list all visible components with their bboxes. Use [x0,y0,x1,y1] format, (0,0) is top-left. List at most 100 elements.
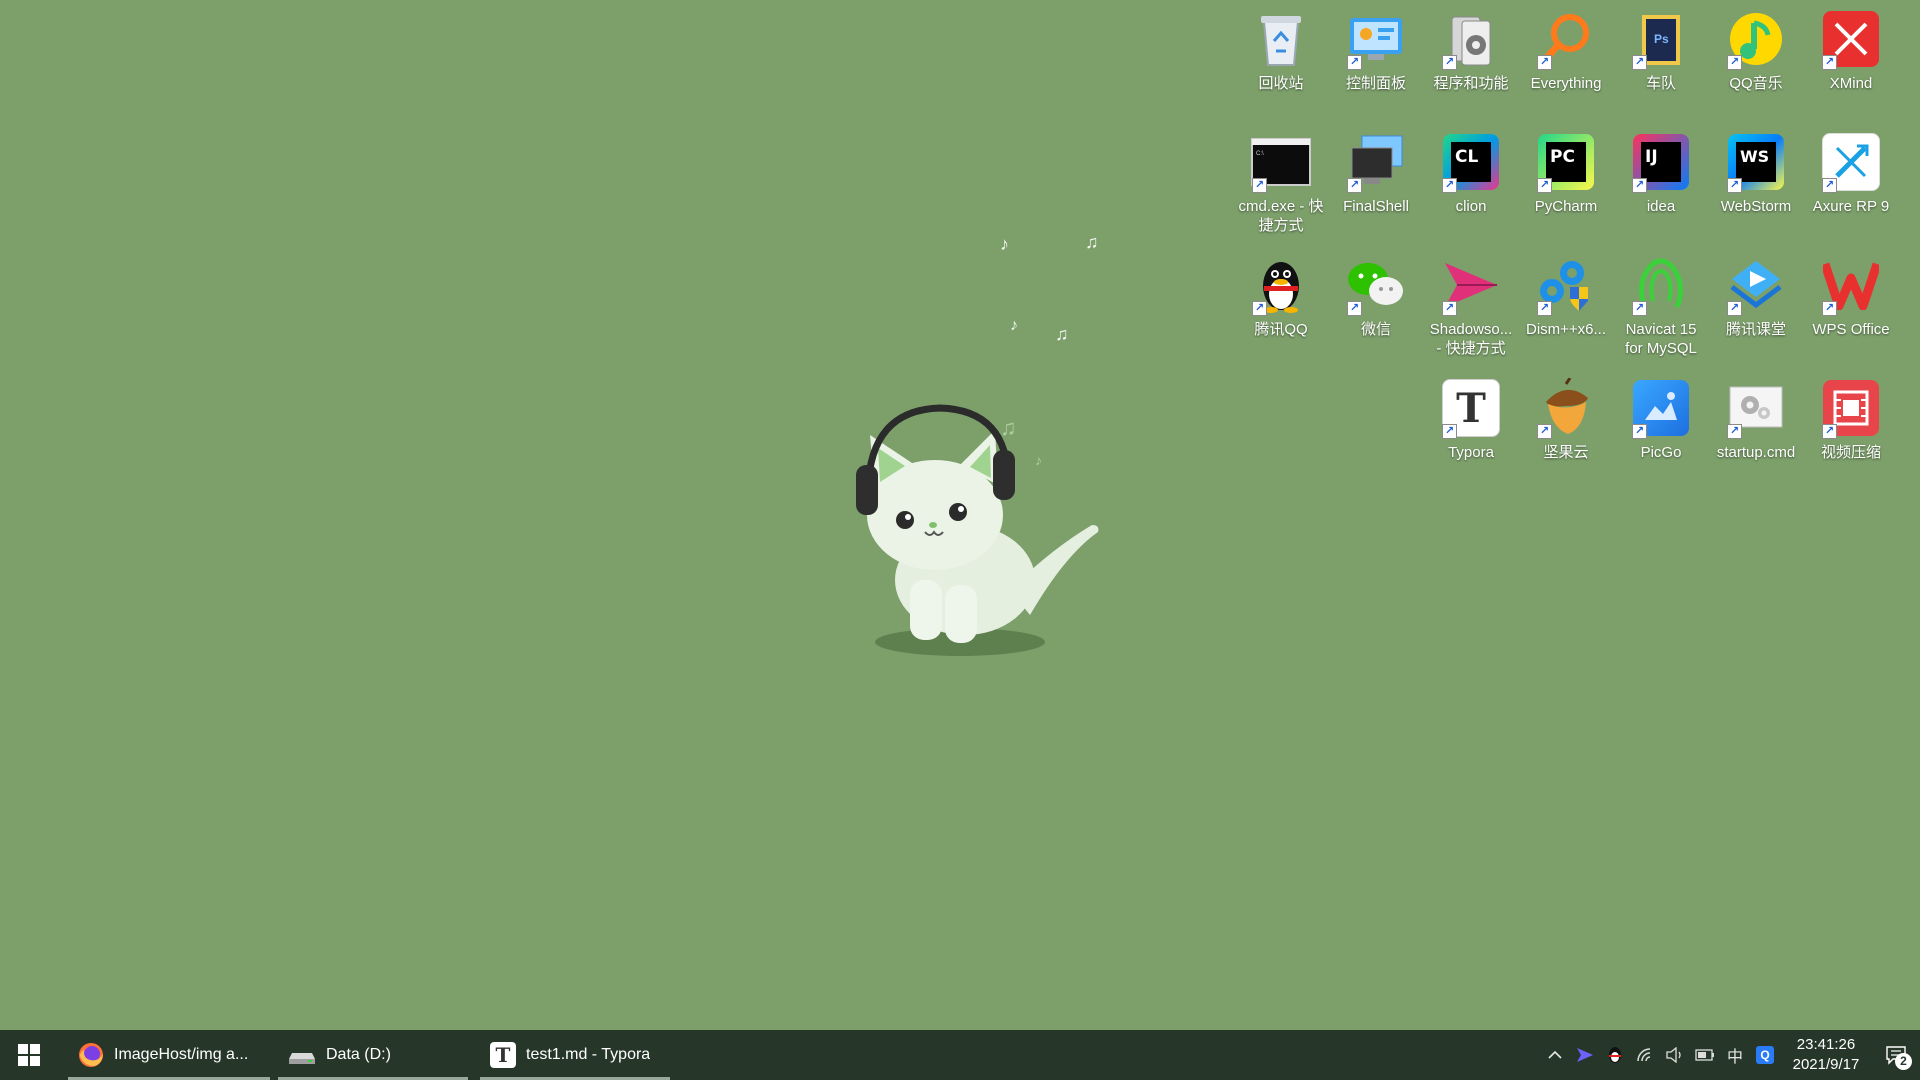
desktop-icon-xmind[interactable]: ↗ XMind [1804,2,1898,120]
wallpaper-cat-illustration: ♪ ♫ ♪ ♫ ♫ ♪ [856,232,1099,656]
desktop-icon-label: WebStorm [1720,198,1792,215]
desktop-icon-label: 腾讯课堂 [1725,321,1786,338]
desktop-icon-wechat[interactable]: ↗ 微信 [1329,248,1423,366]
desktop-icon-idea[interactable]: IJ ↗ idea [1614,125,1708,243]
desktop-icon-label: 车队 [1645,75,1676,92]
desktop-icon-jianguoyun[interactable]: ↗ 坚果云 [1519,371,1613,489]
desktop-icon-label: 腾讯QQ [1254,321,1308,338]
shortcut-arrow-icon: ↗ [1727,301,1742,316]
shortcut-arrow-icon: ↗ [1347,301,1362,316]
taskbar-item-typora[interactable]: T test1.md - Typora [480,1030,670,1080]
svg-text:♫: ♫ [1055,324,1069,344]
qq-tray-icon[interactable] [1600,1030,1630,1080]
desktop-icon-tencent-qq[interactable]: ↗ 腾讯QQ [1234,248,1328,366]
desktop-icon-clion[interactable]: CL ↗ clion [1424,125,1518,243]
qq-penguin-icon: ↗ [1250,254,1312,316]
wifi-icon[interactable] [1630,1030,1660,1080]
shortcut-arrow-icon: ↗ [1252,301,1267,316]
gears-shield-icon: ↗ [1535,254,1597,316]
svg-text:♫: ♫ [1085,232,1099,252]
volume-icon[interactable] [1660,1030,1690,1080]
desktop-icon-webstorm[interactable]: WS ↗ WebStorm [1709,125,1803,243]
system-tray: 中 Q 23:41:26 2021/9/17 2 [1540,1030,1920,1080]
desktop-icon-label: startup.cmd [1716,444,1796,461]
desktop-icon-label: Navicat 15 for MySQL [1625,321,1697,357]
wechat-icon: ↗ [1345,254,1407,316]
shadowsocks-tray-icon[interactable] [1570,1030,1600,1080]
desktop-icon-typora[interactable]: T ↗ Typora [1424,371,1518,489]
input-method-indicator[interactable]: 中 [1720,1030,1750,1080]
svg-text:C:\: C:\ [1256,151,1264,157]
programs-features-icon: ↗ [1440,8,1502,70]
acorn-icon: ↗ [1535,377,1597,439]
windows-logo-icon [18,1044,40,1066]
desktop-icon-label: Everything [1530,75,1602,92]
axure-icon: ↗ [1820,131,1882,193]
svg-text:Ps: Ps [1654,32,1669,46]
desktop-icon-everything[interactable]: ↗ Everything [1519,2,1613,120]
desktop-icon-label: FinalShell [1343,198,1409,215]
taskbar-item-label: test1.md - Typora [526,1046,651,1063]
taskbar-item-firefox[interactable]: ImageHost/img a... [68,1030,270,1080]
clock-date: 2021/9/17 [1792,1056,1860,1073]
desktop-icon-label: Axure RP 9 [1812,198,1890,215]
desktop-icon-axure[interactable]: ↗ Axure RP 9 [1804,125,1898,243]
desktop-icon-startup-cmd[interactable]: ↗ startup.cmd [1709,371,1803,489]
clock[interactable]: 23:41:26 2021/9/17 [1780,1035,1872,1075]
desktop-icon-picgo[interactable]: ↗ PicGo [1614,371,1708,489]
desktop-icon-finalshell[interactable]: ↗ FinalShell [1329,125,1423,243]
desktop-icon-tencent-classroom[interactable]: ↗ 腾讯课堂 [1709,248,1803,366]
desktop-icon-label: clion [1455,198,1487,215]
show-hidden-icons-chevron-icon[interactable] [1540,1030,1570,1080]
shortcut-arrow-icon: ↗ [1632,178,1647,193]
shortcut-arrow-icon: ↗ [1537,424,1552,439]
qq-browser-tray-icon[interactable]: Q [1750,1030,1780,1080]
firefox-icon [79,1043,103,1067]
desktop-icon-cmd[interactable]: C:\ ↗ cmd.exe - 快 捷方式 [1234,125,1328,243]
shortcut-arrow-icon: ↗ [1537,178,1552,193]
shortcut-arrow-icon: ↗ [1822,178,1837,193]
desktop-icon-programs-features[interactable]: ↗ 程序和功能 [1424,2,1518,120]
tencent-classroom-icon: ↗ [1725,254,1787,316]
desktop-icon-qq-music[interactable]: ↗ QQ音乐 [1709,2,1803,120]
svg-text:♪: ♪ [1035,452,1042,468]
shortcut-arrow-icon: ↗ [1442,55,1457,70]
desktop-icon-wps[interactable]: ↗ WPS Office [1804,248,1898,366]
battery-icon[interactable] [1690,1030,1720,1080]
desktop-icon-recycle-bin[interactable]: 回收站 [1234,2,1328,120]
desktop-icon-label: 程序和功能 [1433,75,1509,92]
typora-icon: T ↗ [1440,377,1502,439]
desktop-icon-shadowsocks[interactable]: ↗ Shadowso... - 快捷方式 [1424,248,1518,366]
desktop-icon-label: 控制面板 [1345,75,1406,92]
desktop-icon-label: PyCharm [1534,198,1598,215]
desktop-icon-dism[interactable]: ↗ Dism++x6... [1519,248,1613,366]
film-icon: ↗ [1820,377,1882,439]
desktop-icon-control-panel[interactable]: ↗ 控制面板 [1329,2,1423,120]
shortcut-arrow-icon: ↗ [1347,178,1362,193]
qq-music-icon: ↗ [1725,8,1787,70]
navicat-icon: ↗ [1630,254,1692,316]
desktop-icon-pycharm[interactable]: PC ↗ PyCharm [1519,125,1613,243]
pycharm-icon: PC ↗ [1535,131,1597,193]
desktop-icon-team[interactable]: Ps ↗ 车队 [1614,2,1708,120]
desktop-icon-label: 坚果云 [1543,444,1589,461]
drive-icon [289,1053,315,1064]
shortcut-arrow-icon: ↗ [1442,301,1457,316]
taskbar-item-label: ImageHost/img a... [114,1046,249,1063]
desktop-icon-label: 回收站 [1258,75,1304,92]
desktop-icon-label: Dism++x6... [1525,321,1607,338]
action-center-button[interactable]: 2 [1872,1030,1920,1080]
desktop-icon-label: WPS Office [1812,321,1890,338]
start-button[interactable] [0,1030,58,1080]
taskbar-item-label: Data (D:) [326,1046,391,1063]
control-panel-icon: ↗ [1345,8,1407,70]
shortcut-arrow-icon: ↗ [1632,424,1647,439]
taskbar-item-explorer[interactable]: Data (D:) [278,1030,468,1080]
xmind-icon: ↗ [1820,8,1882,70]
svg-text:♪: ♪ [1000,234,1009,254]
desktop-icon-video-compress[interactable]: ↗ 视频压缩 [1804,371,1898,489]
desktop-icon-label: 微信 [1360,321,1391,338]
desktop-icon-label: Shadowso... - 快捷方式 [1429,321,1513,357]
intellij-idea-icon: IJ ↗ [1630,131,1692,193]
desktop-icon-navicat[interactable]: ↗ Navicat 15 for MySQL [1614,248,1708,366]
